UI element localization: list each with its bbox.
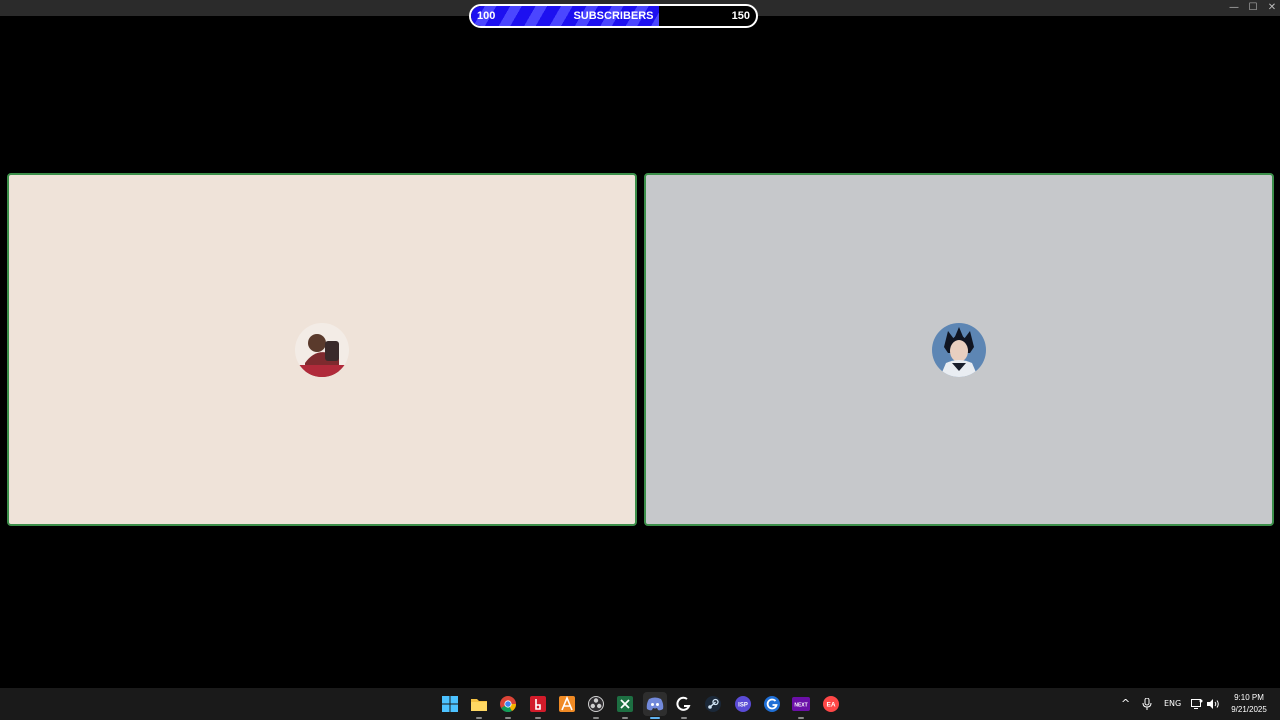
- steam-icon[interactable]: [701, 692, 725, 716]
- minimize-icon[interactable]: —: [1225, 0, 1243, 16]
- obs-icon[interactable]: [584, 692, 608, 719]
- microphone-icon[interactable]: [1142, 688, 1152, 720]
- next-icon-label: NEXT: [794, 703, 807, 709]
- isp-icon[interactable]: ISP: [731, 692, 755, 716]
- chrome-icon[interactable]: [496, 692, 520, 719]
- app-red-icon[interactable]: [526, 692, 550, 719]
- taskbar: ISP NEXT EA ^ ENG 9:10 PM 9/21/2025: [0, 688, 1280, 720]
- participant-tile-1[interactable]: [7, 173, 637, 526]
- app-orange-icon[interactable]: [555, 692, 579, 716]
- clock-date: 9/21/2025: [1231, 705, 1267, 714]
- ea-icon[interactable]: EA: [819, 692, 843, 716]
- next-icon[interactable]: NEXT: [789, 692, 813, 719]
- excel-icon[interactable]: [613, 692, 637, 719]
- windows-start-icon[interactable]: [438, 692, 462, 716]
- anime-character-avatar-icon: [932, 322, 986, 377]
- subscriber-goal-bar: 100 SUBSCRIBERS 150: [469, 4, 758, 28]
- user-avatar-photo-icon: [295, 322, 349, 377]
- goal-max-value: 150: [731, 10, 750, 22]
- close-icon[interactable]: ✕: [1263, 0, 1280, 16]
- discord-icon[interactable]: [643, 692, 667, 719]
- volume-icon[interactable]: [1207, 688, 1219, 720]
- language-indicator[interactable]: ENG: [1164, 688, 1181, 720]
- clock-time: 9:10 PM: [1234, 693, 1264, 702]
- clock[interactable]: 9:10 PM 9/21/2025: [1224, 692, 1274, 716]
- isp-icon-label: ISP: [738, 703, 748, 709]
- participant-tile-2[interactable]: [644, 173, 1274, 526]
- logitech-icon[interactable]: [672, 692, 696, 719]
- file-explorer-icon[interactable]: [467, 692, 491, 719]
- browser-g-icon[interactable]: [760, 692, 784, 716]
- network-icon[interactable]: [1191, 688, 1203, 720]
- goal-label: SUBSCRIBERS: [573, 10, 654, 22]
- maximize-icon[interactable]: ☐: [1244, 0, 1262, 16]
- tray-chevron-icon[interactable]: ^: [1121, 688, 1130, 720]
- ea-icon-label: EA: [826, 702, 835, 709]
